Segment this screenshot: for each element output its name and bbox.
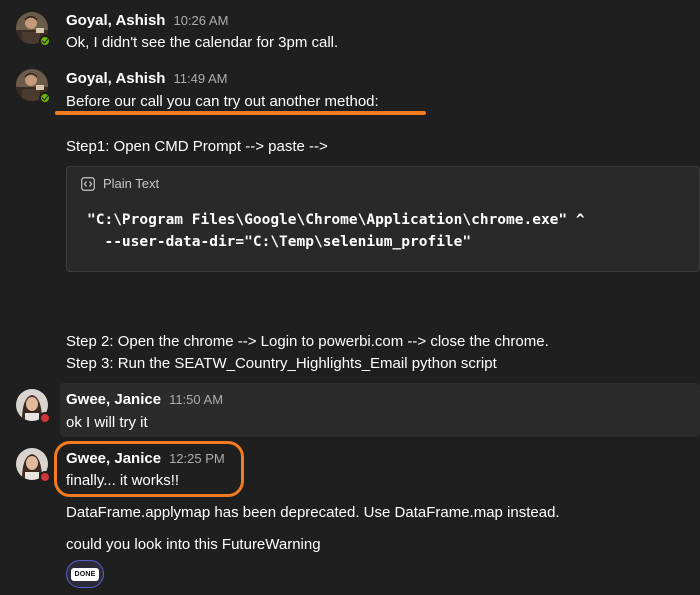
avatar-goyal-ashish[interactable] [16, 12, 51, 47]
presence-available-icon [39, 35, 51, 47]
avatar-goyal-ashish[interactable] [16, 69, 51, 104]
annotation-circle [54, 441, 244, 497]
code-block[interactable]: Plain Text "C:\Program Files\Google\Chro… [66, 166, 700, 272]
message-text: Step1: Open CMD Prompt --> paste --> [66, 138, 328, 155]
message-header: Goyal, Ashish 11:49 AM [66, 70, 227, 87]
message-header: Goyal, Ashish 10:26 AM [66, 12, 228, 29]
message-timestamp: 11:50 AM [169, 392, 224, 407]
message-header: Gwee, Janice 11:50 AM [66, 391, 223, 408]
message-text: Before our call you can try out another … [66, 93, 379, 110]
message-timestamp: 11:49 AM [173, 71, 228, 86]
avatar-gwee-janice[interactable] [16, 389, 51, 424]
done-reaction-icon: DONE [71, 567, 99, 581]
message-text: Ok, I didn't see the calendar for 3pm ca… [66, 34, 339, 51]
code-block-header: Plain Text [81, 176, 159, 191]
message-timestamp: 10:26 AM [173, 13, 229, 28]
message-text: DataFrame.applymap has been deprecated. … [66, 504, 560, 521]
author-name[interactable]: Gwee, Janice [66, 391, 161, 408]
chat-thread: Goyal, Ashish 10:26 AM Ok, I didn't see t… [0, 0, 700, 595]
author-name[interactable]: Goyal, Ashish [66, 70, 165, 87]
message-text: Step 2: Open the chrome --> Login to pow… [66, 333, 549, 350]
code-icon [81, 176, 95, 191]
code-language-label: Plain Text [103, 176, 160, 191]
message-text: ok I will try it [66, 414, 148, 431]
presence-busy-icon [39, 412, 51, 424]
presence-busy-icon [39, 471, 51, 483]
message-text: could you look into this FutureWarning [66, 536, 321, 553]
avatar-gwee-janice[interactable] [16, 448, 51, 483]
author-name[interactable]: Goyal, Ashish [66, 12, 165, 29]
annotation-underline [55, 111, 426, 115]
presence-available-icon [39, 92, 51, 104]
message-text: Step 3: Run the SEATW_Country_Highlights… [66, 355, 497, 372]
reaction-done[interactable]: DONE [66, 560, 104, 588]
code-content[interactable]: "C:\Program Files\Google\Chrome\Applicat… [87, 209, 585, 253]
